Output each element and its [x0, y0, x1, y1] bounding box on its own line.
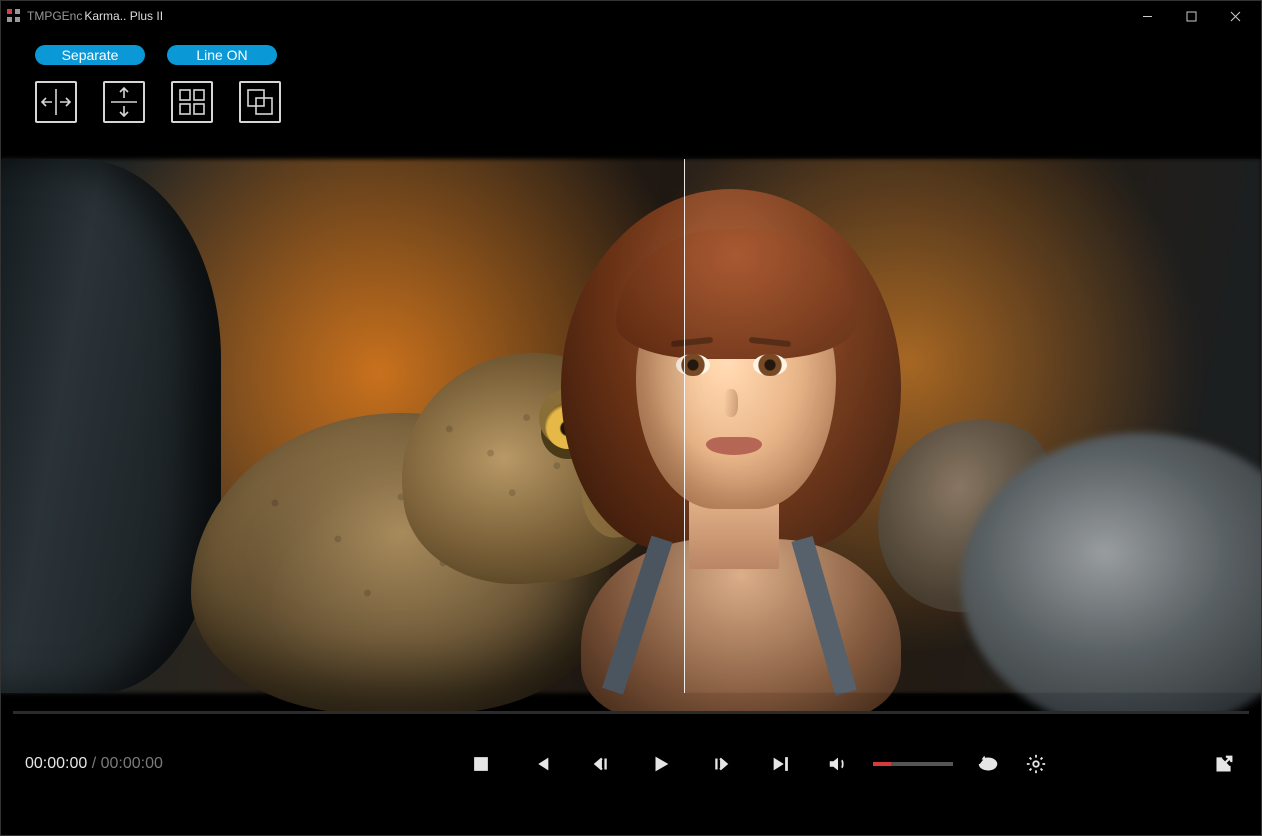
- grid-2x2-button[interactable]: [171, 81, 213, 123]
- window-controls: [1125, 1, 1257, 31]
- time-display: 00:00:00 / 00:00:00: [25, 755, 163, 773]
- popout-button[interactable]: [1211, 751, 1237, 777]
- overlay-compare-button[interactable]: [239, 81, 281, 123]
- time-current: 00:00:00: [25, 755, 87, 772]
- grid-icon: [177, 87, 207, 117]
- step-back-button[interactable]: [588, 751, 614, 777]
- compare-divider[interactable]: [684, 159, 685, 693]
- right-controls: [825, 751, 1237, 777]
- close-button[interactable]: [1213, 1, 1257, 31]
- minimize-button[interactable]: [1125, 1, 1169, 31]
- skip-start-button[interactable]: [528, 751, 554, 777]
- gear-icon: [1025, 753, 1047, 775]
- chevron-right-bar-icon: [710, 753, 732, 775]
- play-icon: [650, 753, 672, 775]
- transport-buttons: [468, 751, 794, 777]
- app-logo-icon: [7, 9, 21, 23]
- stop-button[interactable]: [468, 751, 494, 777]
- seek-bar[interactable]: [13, 711, 1249, 714]
- line-toggle-button[interactable]: Line ON: [167, 45, 277, 65]
- time-total: 00:00:00: [101, 755, 163, 772]
- arrows-horizontal-icon: [39, 87, 73, 117]
- arrows-vertical-icon: [109, 85, 139, 119]
- stop-icon: [470, 753, 492, 775]
- time-separator: /: [87, 755, 100, 772]
- skip-previous-icon: [530, 753, 552, 775]
- skip-next-icon: [770, 753, 792, 775]
- title-prefix: TMPGEnc: [27, 9, 82, 23]
- title-main: Karma.. Plus II: [84, 9, 163, 23]
- title-bar: TMPGEnc Karma.. Plus II: [1, 1, 1261, 31]
- video-frame: [1, 159, 1261, 693]
- popout-icon: [1213, 753, 1235, 775]
- volume-slider[interactable]: [873, 762, 953, 766]
- chevron-left-bar-icon: [590, 753, 612, 775]
- overlap-squares-icon: [245, 87, 275, 117]
- volume-button[interactable]: [825, 751, 851, 777]
- play-button[interactable]: [648, 751, 674, 777]
- step-forward-button[interactable]: [708, 751, 734, 777]
- separate-button[interactable]: Separate: [35, 45, 145, 65]
- volume-icon: [827, 753, 849, 775]
- maximize-button[interactable]: [1169, 1, 1213, 31]
- playback-controls: 00:00:00 / 00:00:00: [1, 717, 1261, 811]
- settings-button[interactable]: [1023, 751, 1049, 777]
- toolbar: Separate Line ON: [1, 31, 1261, 141]
- loop-button[interactable]: [975, 751, 1001, 777]
- split-horizontal-button[interactable]: [35, 81, 77, 123]
- loop-icon: [977, 753, 999, 775]
- split-vertical-button[interactable]: [103, 81, 145, 123]
- skip-end-button[interactable]: [768, 751, 794, 777]
- video-preview[interactable]: [1, 141, 1261, 711]
